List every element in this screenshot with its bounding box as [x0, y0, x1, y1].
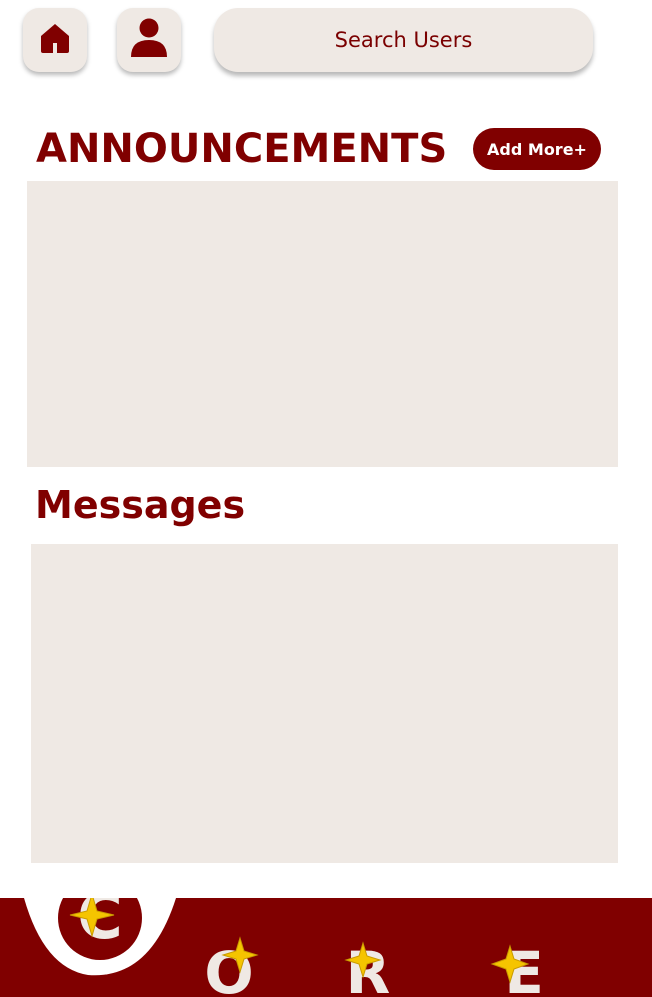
user-icon	[129, 17, 169, 63]
profile-button[interactable]	[117, 8, 181, 72]
core-footer-bar: C O R E	[0, 898, 652, 997]
add-more-label: Add More+	[487, 139, 587, 159]
letter-o: O	[204, 939, 253, 997]
search-users-input[interactable]: Search Users	[214, 8, 593, 72]
search-placeholder: Search Users	[334, 28, 473, 52]
messages-panel[interactable]	[31, 544, 618, 863]
home-button[interactable]	[23, 8, 87, 72]
add-more-button[interactable]: Add More+	[473, 128, 601, 170]
announcements-title: ANNOUNCEMENTS	[36, 126, 448, 172]
letter-r-logo: R	[344, 939, 391, 997]
messages-title: Messages	[35, 483, 246, 527]
letter-c: C	[77, 898, 123, 953]
home-icon	[38, 21, 72, 59]
letter-o-logo: O	[204, 936, 259, 997]
announcements-panel[interactable]	[27, 181, 618, 467]
letter-r: R	[346, 939, 391, 997]
